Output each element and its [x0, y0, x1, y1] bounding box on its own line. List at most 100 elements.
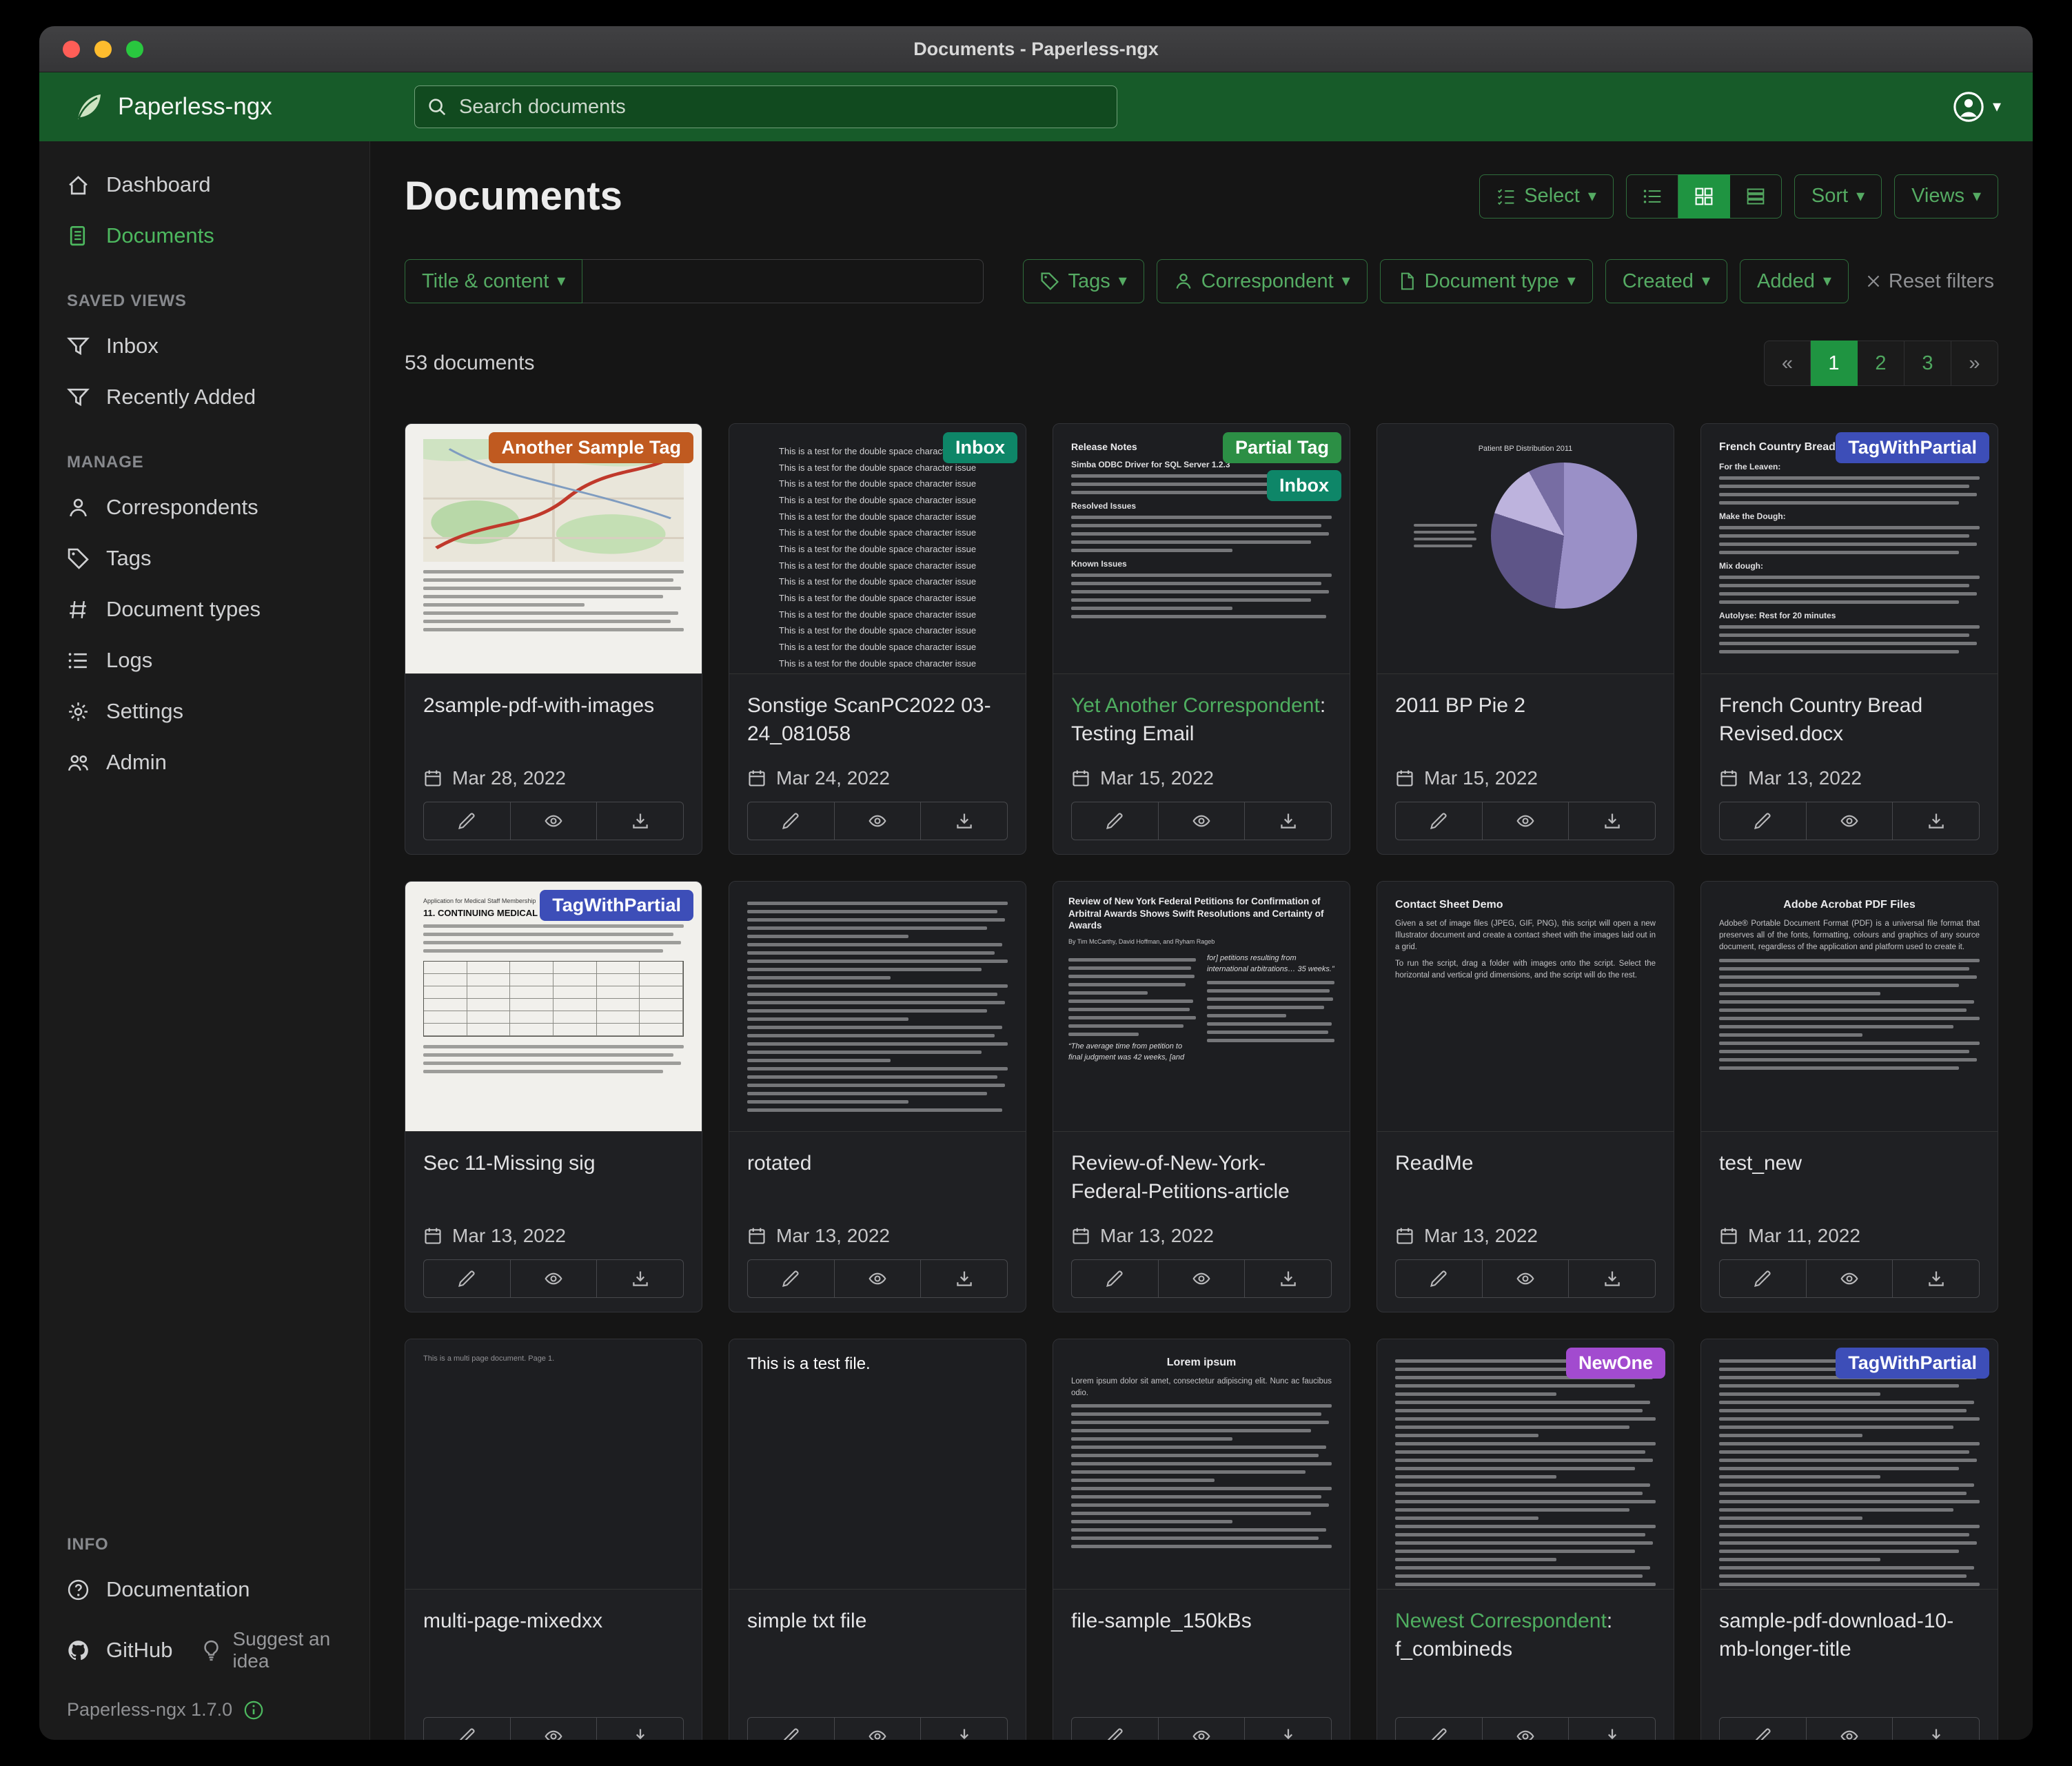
edit-document-button[interactable]: [1720, 802, 1806, 840]
sidebar-item-suggest-an-idea[interactable]: Suggest an idea: [182, 1615, 369, 1685]
document-thumbnail[interactable]: Adobe Acrobat PDF FilesAdobe® Portable D…: [1701, 882, 1998, 1132]
download-document-button[interactable]: [1892, 1260, 1979, 1297]
document-title[interactable]: French Country Bread Revised.docx: [1719, 692, 1980, 748]
sidebar-item-settings[interactable]: Settings: [39, 686, 369, 737]
download-document-button[interactable]: [1244, 802, 1331, 840]
filter-correspondent-button[interactable]: Correspondent▾: [1157, 259, 1368, 303]
filter-document-type-button[interactable]: Document type▾: [1380, 259, 1593, 303]
view-document-button[interactable]: [510, 802, 597, 840]
view-document-button[interactable]: [510, 1260, 597, 1297]
tag-badge-tagwithpartial[interactable]: TagWithPartial: [540, 890, 693, 921]
filter-added-button[interactable]: Added▾: [1740, 259, 1849, 303]
document-title[interactable]: rotated: [747, 1150, 1008, 1178]
document-thumbnail[interactable]: This is a test for the double space char…: [729, 424, 1026, 674]
info-icon[interactable]: [243, 1700, 264, 1721]
sidebar-item-tags[interactable]: Tags: [39, 533, 369, 584]
select-button[interactable]: Select▾: [1479, 174, 1614, 219]
view-document-button[interactable]: [1482, 1718, 1569, 1740]
view-list-button[interactable]: [1626, 174, 1678, 219]
download-document-button[interactable]: [1244, 1718, 1331, 1740]
view-document-button[interactable]: [834, 802, 921, 840]
sidebar-item-logs[interactable]: Logs: [39, 635, 369, 686]
filter-created-button[interactable]: Created▾: [1605, 259, 1727, 303]
title-content-dropdown[interactable]: Title & content▾: [405, 259, 582, 303]
tag-badge-another-sample-tag[interactable]: Another Sample Tag: [489, 432, 693, 463]
download-document-button[interactable]: [1892, 802, 1979, 840]
close-window-button[interactable]: [63, 41, 80, 58]
download-document-button[interactable]: [1568, 1260, 1655, 1297]
edit-document-button[interactable]: [424, 1260, 510, 1297]
minimize-window-button[interactable]: [94, 41, 112, 58]
edit-document-button[interactable]: [1072, 1718, 1158, 1740]
edit-document-button[interactable]: [1720, 1260, 1806, 1297]
document-title[interactable]: file-sample_150kBs: [1071, 1607, 1332, 1636]
document-thumbnail[interactable]: Release NotesSimba ODBC Driver for SQL S…: [1053, 424, 1350, 674]
edit-document-button[interactable]: [1072, 802, 1158, 840]
sidebar-item-inbox[interactable]: Inbox: [39, 321, 369, 372]
edit-document-button[interactable]: [1396, 802, 1482, 840]
document-title[interactable]: Review-of-New-York-Federal-Petitions-art…: [1071, 1150, 1332, 1206]
document-title[interactable]: 2011 BP Pie 2: [1395, 692, 1656, 720]
edit-document-button[interactable]: [424, 802, 510, 840]
sidebar-item-documents[interactable]: Documents: [39, 210, 369, 261]
document-title[interactable]: Newest Correspondent: f_combineds: [1395, 1607, 1656, 1663]
tag-badge-tagwithpartial[interactable]: TagWithPartial: [1836, 432, 1989, 463]
sort-button[interactable]: Sort▾: [1794, 174, 1882, 219]
view-document-button[interactable]: [834, 1260, 921, 1297]
page-next-button[interactable]: »: [1951, 341, 1998, 386]
document-thumbnail[interactable]: Contact Sheet DemoGiven a set of image f…: [1377, 882, 1674, 1132]
download-document-button[interactable]: [1892, 1718, 1979, 1740]
document-thumbnail[interactable]: Another Sample Tag: [405, 424, 702, 674]
view-document-button[interactable]: [1158, 1260, 1245, 1297]
app-brand[interactable]: Paperless-ngx: [71, 90, 372, 123]
document-thumbnail[interactable]: Lorem ipsumLorem ipsum dolor sit amet, c…: [1053, 1339, 1350, 1590]
download-document-button[interactable]: [596, 802, 683, 840]
document-title[interactable]: simple txt file: [747, 1607, 1008, 1636]
view-document-button[interactable]: [1158, 802, 1245, 840]
document-title[interactable]: 2sample-pdf-with-images: [423, 692, 684, 720]
edit-document-button[interactable]: [748, 802, 834, 840]
view-document-button[interactable]: [1158, 1718, 1245, 1740]
view-detail-button[interactable]: [1730, 174, 1782, 219]
download-document-button[interactable]: [920, 802, 1007, 840]
document-thumbnail[interactable]: Review of New York Federal Petitions for…: [1053, 882, 1350, 1132]
document-thumbnail[interactable]: French Country BreadFor the Leaven:Make …: [1701, 424, 1998, 674]
edit-document-button[interactable]: [424, 1718, 510, 1740]
view-document-button[interactable]: [510, 1718, 597, 1740]
tag-badge-inbox[interactable]: Inbox: [1267, 470, 1341, 501]
title-content-input[interactable]: [582, 259, 984, 303]
tag-badge-tagwithpartial[interactable]: TagWithPartial: [1836, 1348, 1989, 1379]
view-document-button[interactable]: [1482, 802, 1569, 840]
document-title[interactable]: Yet Another Correspondent: Testing Email: [1071, 692, 1332, 748]
search-input[interactable]: [414, 85, 1117, 128]
sidebar-item-correspondents[interactable]: Correspondents: [39, 482, 369, 533]
page-3-button[interactable]: 3: [1905, 341, 1951, 386]
sidebar-item-github[interactable]: GitHub: [39, 1625, 182, 1676]
tag-badge-partial-tag[interactable]: Partial Tag: [1223, 432, 1341, 463]
document-thumbnail[interactable]: NewOne: [1377, 1339, 1674, 1590]
download-document-button[interactable]: [920, 1260, 1007, 1297]
document-title[interactable]: Sec 11-Missing sig: [423, 1150, 684, 1178]
tag-badge-inbox[interactable]: Inbox: [943, 432, 1017, 463]
download-document-button[interactable]: [596, 1718, 683, 1740]
document-thumbnail[interactable]: [729, 882, 1026, 1132]
document-correspondent[interactable]: Yet Another Correspondent: [1071, 694, 1320, 717]
page-prev-button[interactable]: «: [1764, 341, 1811, 386]
document-thumbnail[interactable]: TagWithPartial: [1701, 1339, 1998, 1590]
sidebar-item-document-types[interactable]: Document types: [39, 584, 369, 635]
view-document-button[interactable]: [1806, 1718, 1893, 1740]
view-document-button[interactable]: [1806, 802, 1893, 840]
reset-filters-button[interactable]: Reset filters: [1861, 270, 1998, 294]
sidebar-item-documentation[interactable]: Documentation: [39, 1564, 369, 1615]
edit-document-button[interactable]: [1720, 1718, 1806, 1740]
document-title[interactable]: sample-pdf-download-10-mb-longer-title: [1719, 1607, 1980, 1663]
view-grid-button[interactable]: [1678, 174, 1730, 219]
document-title[interactable]: ReadMe: [1395, 1150, 1656, 1178]
document-title[interactable]: Sonstige ScanPC2022 03-24_081058: [747, 692, 1008, 748]
page-1-button[interactable]: 1: [1811, 341, 1858, 386]
document-title[interactable]: multi-page-mixedxx: [423, 1607, 684, 1636]
download-document-button[interactable]: [1568, 1718, 1655, 1740]
views-button[interactable]: Views▾: [1894, 174, 1998, 219]
edit-document-button[interactable]: [1396, 1260, 1482, 1297]
download-document-button[interactable]: [920, 1718, 1007, 1740]
